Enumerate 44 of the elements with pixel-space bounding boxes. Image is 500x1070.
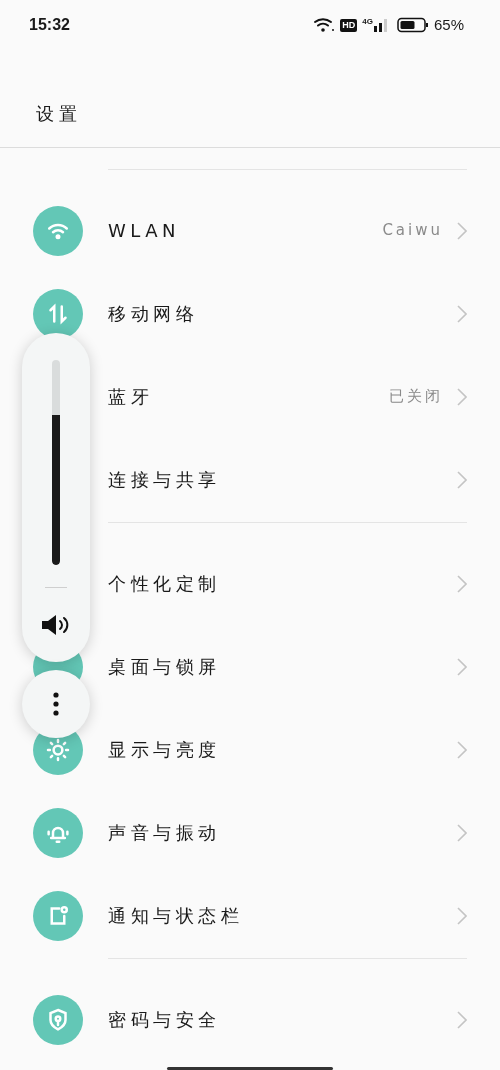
- bell-icon: [33, 807, 83, 858]
- notification-icon: [33, 890, 83, 941]
- settings-row[interactable]: 连接与共享: [0, 438, 500, 521]
- chevron-icon: [457, 823, 467, 842]
- settings-row[interactable]: WLAN Caiwu: [0, 189, 500, 272]
- row-value: 已关闭: [389, 386, 443, 408]
- row-label: 移动网络: [108, 302, 198, 326]
- battery-percentage: 65%: [433, 14, 464, 35]
- chevron-icon: [457, 574, 467, 593]
- network-type: 4G: [362, 18, 373, 26]
- row-label: 密码与安全: [108, 1008, 221, 1032]
- chevron-icon: [457, 740, 467, 759]
- row-label: 桌面与锁屏: [108, 655, 221, 679]
- shield-icon: [33, 994, 83, 1045]
- signal-icon: [373, 18, 388, 32]
- row-label: WLAN: [108, 219, 181, 243]
- chevron-icon: [457, 1010, 467, 1029]
- row-label: 显示与亮度: [108, 738, 221, 762]
- chevron-icon: [457, 304, 467, 323]
- settings-row[interactable]: 通知与状态栏: [0, 874, 500, 957]
- settings-row[interactable]: 个性化定制: [0, 542, 500, 625]
- settings-row[interactable]: 声音与振动: [0, 791, 500, 874]
- chevron-icon: [457, 470, 467, 489]
- chevron-icon: [457, 657, 467, 676]
- row-label: 个性化定制: [108, 572, 221, 596]
- row-label: 蓝牙: [108, 385, 153, 409]
- wifi-icon: [33, 205, 83, 256]
- row-value: Caiwu: [382, 220, 443, 242]
- settings-row[interactable]: 蓝牙 已关闭: [0, 355, 500, 438]
- clock-time: 15:32: [29, 15, 70, 35]
- volume-slider[interactable]: [52, 360, 60, 565]
- chevron-icon: [457, 387, 467, 406]
- row-label: 声音与振动: [108, 821, 221, 845]
- chevron-icon: [457, 906, 467, 925]
- row-label: 连接与共享: [108, 468, 221, 492]
- page-title: 设置: [36, 103, 83, 124]
- hd-badge: HD: [340, 18, 358, 32]
- settings-row[interactable]: 密码与安全: [0, 978, 500, 1061]
- settings-row[interactable]: 移动网络: [0, 272, 500, 355]
- row-label: 通知与状态栏: [108, 904, 243, 928]
- battery-icon: [396, 17, 429, 33]
- wifi-icon: [313, 17, 336, 33]
- chevron-icon: [457, 221, 467, 240]
- more-icon: [53, 692, 59, 716]
